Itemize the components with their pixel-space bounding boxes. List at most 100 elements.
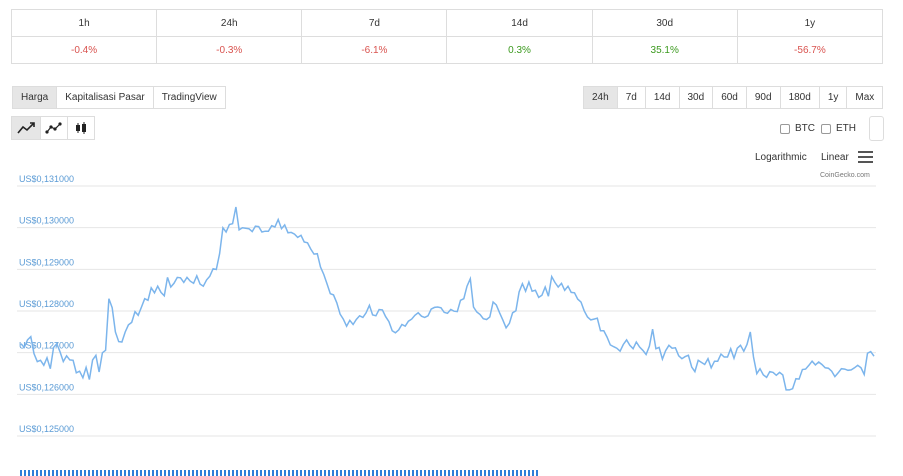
volume-bar xyxy=(216,470,218,476)
line-chart-button[interactable] xyxy=(11,116,41,140)
range-1y[interactable]: 1y xyxy=(819,86,848,109)
volume-bar xyxy=(72,470,74,476)
btc-checkbox[interactable] xyxy=(780,123,790,134)
eth-compare-toggle[interactable]: ETH xyxy=(821,123,856,134)
volume-bar xyxy=(60,470,62,476)
performance-table: 1h 24h 7d 14d 30d 1y -0.4% -0.3% -6.1% 0… xyxy=(10,9,884,64)
volume-bar xyxy=(156,470,158,476)
volume-bar xyxy=(404,470,406,476)
volume-bar xyxy=(336,470,338,476)
volume-bar xyxy=(376,470,378,476)
volume-bar xyxy=(148,470,150,476)
volume-bar xyxy=(256,470,258,476)
volume-bar xyxy=(236,470,238,476)
range-60d[interactable]: 60d xyxy=(713,86,747,109)
side-panel-button[interactable] xyxy=(869,116,884,141)
volume-bar xyxy=(48,470,50,476)
volume-bar xyxy=(188,470,190,476)
volume-bar xyxy=(304,470,306,476)
volume-bars xyxy=(20,470,538,476)
tab-tradingview[interactable]: TradingView xyxy=(153,86,226,109)
volume-bar xyxy=(144,470,146,476)
volume-bar xyxy=(492,470,494,476)
volume-bar xyxy=(296,470,298,476)
volume-bar xyxy=(180,470,182,476)
volume-bar xyxy=(420,470,422,476)
volume-bar xyxy=(212,470,214,476)
y-tick-label: US$0,125000 xyxy=(19,424,74,434)
volume-bar xyxy=(520,470,522,476)
line-chart-icon xyxy=(17,122,35,134)
volume-bar xyxy=(248,470,250,476)
range-90d[interactable]: 90d xyxy=(746,86,781,109)
volume-bar xyxy=(368,470,370,476)
candlestick-chart-button[interactable] xyxy=(68,116,95,140)
btc-compare-toggle[interactable]: BTC xyxy=(780,123,815,134)
volume-bar xyxy=(452,470,454,476)
volume-bar xyxy=(328,470,330,476)
volume-bar xyxy=(408,470,410,476)
volume-bar xyxy=(516,470,518,476)
range-7d[interactable]: 7d xyxy=(617,86,646,109)
volume-bar xyxy=(360,470,362,476)
volume-bar xyxy=(320,470,322,476)
hamburger-menu-icon[interactable] xyxy=(858,151,873,163)
range-24h[interactable]: 24h xyxy=(583,86,618,109)
volume-bar xyxy=(324,470,326,476)
range-30d[interactable]: 30d xyxy=(679,86,714,109)
volume-bar xyxy=(176,470,178,476)
volume-bar xyxy=(40,470,42,476)
eth-label: ETH xyxy=(836,123,856,134)
range-14d[interactable]: 14d xyxy=(645,86,680,109)
period-14d: 14d xyxy=(446,9,593,37)
volume-bar xyxy=(252,470,254,476)
point-line-chart-button[interactable] xyxy=(41,116,68,140)
chart-grid xyxy=(17,185,876,437)
y-tick-label: US$0,128000 xyxy=(19,299,74,309)
volume-bar xyxy=(284,470,286,476)
volume-bar xyxy=(508,470,510,476)
view-tabs: Harga Kapitalisasi Pasar TradingView xyxy=(12,86,226,109)
change-7d: -6.1% xyxy=(301,36,448,64)
volume-bar xyxy=(392,470,394,476)
period-30d: 30d xyxy=(591,9,738,37)
volume-bar xyxy=(220,470,222,476)
volume-bar xyxy=(504,470,506,476)
y-tick-label: US$0,126000 xyxy=(19,382,74,392)
volume-bar xyxy=(480,470,482,476)
y-tick-label: US$0,129000 xyxy=(19,257,74,267)
range-max[interactable]: Max xyxy=(847,86,884,109)
volume-bar xyxy=(160,470,162,476)
eth-checkbox[interactable] xyxy=(821,123,831,134)
linear-scale-button[interactable]: Linear xyxy=(821,152,849,163)
volume-bar xyxy=(128,470,130,476)
volume-bar xyxy=(268,470,270,476)
volume-bar xyxy=(68,470,70,476)
volume-bar xyxy=(276,470,278,476)
volume-bar xyxy=(88,470,90,476)
logarithmic-scale-button[interactable]: Logarithmic xyxy=(755,152,807,163)
volume-bar xyxy=(28,470,30,476)
volume-bar xyxy=(24,470,26,476)
volume-bar xyxy=(424,470,426,476)
change-24h: -0.3% xyxy=(156,36,303,64)
period-24h: 24h xyxy=(156,9,303,37)
change-14d: 0.3% xyxy=(446,36,593,64)
volume-bar xyxy=(476,470,478,476)
tab-kapitalisasi-pasar[interactable]: Kapitalisasi Pasar xyxy=(57,86,154,109)
volume-bar xyxy=(444,470,446,476)
volume-bar xyxy=(136,470,138,476)
volume-bar xyxy=(332,470,334,476)
volume-bar xyxy=(80,470,82,476)
tab-harga[interactable]: Harga xyxy=(12,86,58,109)
volume-bar xyxy=(524,470,526,476)
volume-bar xyxy=(536,470,538,476)
volume-bar xyxy=(400,470,402,476)
volume-bar xyxy=(484,470,486,476)
range-180d[interactable]: 180d xyxy=(780,86,820,109)
volume-bar xyxy=(388,470,390,476)
volume-bar xyxy=(20,470,22,476)
y-tick-label: US$0,131000 xyxy=(19,174,74,184)
price-line xyxy=(20,206,875,391)
volume-bar xyxy=(44,470,46,476)
